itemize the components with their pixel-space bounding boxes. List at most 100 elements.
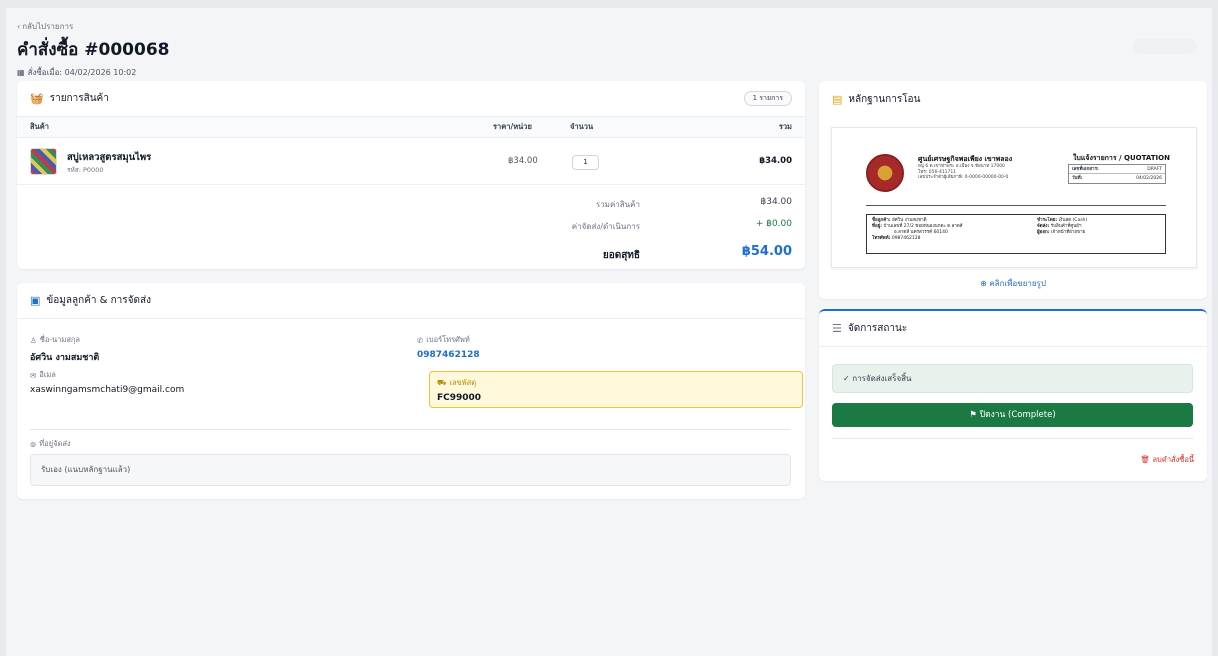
order-date-text: สั่งซื้อเมื่อ: 04/02/2026 10:02 <box>27 68 137 77</box>
doc-cust-addr: บ้านเลขที่ 27/2 ชอยหนองนกตะ ต.ลาดสี <box>883 224 963 229</box>
calendar-icon: ▦ <box>17 68 25 77</box>
doc-ship-label: จัดส่ง: <box>1037 224 1050 229</box>
table-row: สบู่เหลวสูตรสมุนไพร รหัส: P0000 ฿34.00 1… <box>17 138 805 185</box>
items-card-title: รายการสินค้า <box>49 93 109 104</box>
doc-org-tax: เลขประจำตัวผู้เสียภาษี: 0-0000-00000-00-… <box>918 175 1009 180</box>
phone-label-text: เบอร์โทรศัพท์ <box>426 335 470 344</box>
status-card-header: ☰ จัดการสถานะ <box>819 311 1207 347</box>
col-qty: จำนวน <box>570 122 594 131</box>
doc-seller: เจ้าหน้าที่ฝ่ายขาย <box>1051 230 1086 235</box>
customer-phone-link[interactable]: 0987462128 <box>417 350 480 360</box>
location-pin-icon: ⊚ <box>30 439 37 449</box>
doc-org-details: หมู่ 6 ต.เขาท่าพระ อ.เมือง จ.ชัยนาท 1700… <box>918 164 1058 181</box>
customer-email: xaswinngamsmchati9@gmail.com <box>30 385 185 395</box>
doc-customer-right: ชำระโดย: เงินสด (Cash) จัดส่ง: รับสินค้า… <box>1037 218 1162 236</box>
phone-label: ✆ เบอร์โทรศัพท์ <box>417 334 480 346</box>
address-label: ⊚ ที่อยู่จัดส่ง <box>30 438 71 450</box>
evidence-card-header: ▤ หลักฐานการโอน <box>819 81 1207 117</box>
net-label: ยอดสุทธิ <box>602 250 640 261</box>
status-card-title: จัดการสถานะ <box>847 323 908 334</box>
product-code: รหัส: P0000 <box>67 166 104 174</box>
flag-icon: ⚑ <box>969 410 977 420</box>
delete-order-button[interactable]: 🗑 ลบคำสั่งซื้อนี้ <box>1141 454 1194 466</box>
customer-card: ▣ ข้อมูลลูกค้า & การจัดส่ง ♙ ชื่อ-นามสกุล… <box>17 283 805 499</box>
col-product: สินค้า <box>30 122 49 131</box>
doc-customer-box: ชื่อลูกค้า: อัศวิน งามสมชาติ ที่อยู่: บ้… <box>866 214 1166 254</box>
col-total: รวม <box>778 122 792 131</box>
net-value: ฿54.00 <box>741 244 792 259</box>
delete-order-label: ลบคำสั่งซื้อนี้ <box>1152 455 1194 464</box>
status-card: ☰ จัดการสถานะ ✓ การจัดส่งเสร็จสิ้น ⚑ ปิด… <box>819 309 1207 481</box>
tracking-label-text: เลขพัสดุ <box>449 378 477 387</box>
product-unit-price: ฿34.00 <box>508 156 538 166</box>
doc-no: DRAFT <box>1147 167 1162 172</box>
delivery-done-text: การจัดส่งเสร็จสิ้น <box>852 374 912 383</box>
complete-button-label: ปิดงาน (Complete) <box>979 410 1056 420</box>
shipping-label: ค่าจัดส่ง/ดำเนินการ <box>571 222 640 231</box>
page-header: ‹ กลับไปรายการ คำสั่งซื้อ #000068 ▦ สั่ง… <box>17 20 169 79</box>
subtotal-value: ฿34.00 <box>760 197 793 207</box>
order-date: ▦ สั่งซื้อเมื่อ: 04/02/2026 10:02 <box>17 66 169 79</box>
customer-email-group: ✉ อีเมล xaswinngamsmchati9@gmail.com <box>30 369 184 395</box>
doc-cust-tel: 0987462128 <box>891 236 921 241</box>
doc-no-label: เลขที่เอกสาร: <box>1072 167 1099 172</box>
evidence-card-title: หลักฐานการโอน <box>848 93 921 105</box>
customer-name-group: ♙ ชื่อ-นามสกุล อัศวิน งามสมชาติ <box>30 334 99 364</box>
item-count-badge: 1 รายการ <box>743 91 792 106</box>
address-label-text: ที่อยู่จัดส่ง <box>39 439 71 448</box>
truck-icon: ⛟ <box>437 378 447 387</box>
page-title: คำสั่งซื้อ #000068 <box>17 40 170 60</box>
items-card: 🧺 รายการสินค้า 1 รายการ สินค้า ราคา/หน่ว… <box>17 81 805 269</box>
doc-cust-tel-label: โทรศัพท์: <box>872 236 891 241</box>
delivery-done-status: ✓ การจัดส่งเสร็จสิ้น <box>832 364 1193 393</box>
doc-pay-label: ชำระโดย: <box>1037 218 1058 223</box>
doc-title: ใบแจ้งรายการ / QUOTATION <box>1073 154 1170 162</box>
phone-icon: ✆ <box>417 335 424 345</box>
divider <box>30 429 791 430</box>
back-link-label: กลับไปรายการ <box>22 22 74 31</box>
doc-cust-name-label: ชื่อลูกค้า: <box>872 218 891 223</box>
zoom-link[interactable]: ⊕ คลิกเพื่อขยายรูป <box>819 277 1207 290</box>
customer-card-title: ข้อมูลลูกค้า & การจัดส่ง <box>46 295 151 306</box>
tracking-number: FC99000 <box>437 393 482 403</box>
evidence-card: ▤ หลักฐานการโอน ศูนย์เศรษฐกิจพอเพียง เขา… <box>819 81 1207 299</box>
doc-cust-addr-label: ที่อยู่: <box>872 224 883 229</box>
user-icon: ♙ <box>30 335 37 345</box>
check-icon: ✓ <box>843 374 850 383</box>
subtotal-label: รวมค่าสินค้า <box>595 200 640 209</box>
tracking-box: ⛟ เลขพัสดุ FC99000 <box>429 371 803 408</box>
customer-name: อัศวิน งามสมชาติ <box>30 353 100 363</box>
complete-button[interactable]: ⚑ ปิดงาน (Complete) <box>832 403 1193 427</box>
organization-seal <box>866 154 904 192</box>
status-pill <box>1133 39 1197 54</box>
col-unit-price: ราคา/หน่วย <box>493 122 532 131</box>
chevron-left-icon: ‹ <box>17 22 21 31</box>
customer-phone-group: ✆ เบอร์โทรศัพท์ 0987462128 <box>417 334 480 360</box>
doc-ship: รับสินค้าที่ศูนย์ฯ <box>1050 224 1082 229</box>
product-name: สบู่เหลวสูตรสมุนไพร <box>67 152 152 163</box>
receipt-icon: ▤ <box>832 92 843 106</box>
items-card-header: 🧺 รายการสินค้า 1 รายการ <box>17 81 805 117</box>
trash-icon: 🗑 <box>1140 455 1151 464</box>
address-field: รับเอง (แนบหลักฐานแล้ว) <box>30 454 791 486</box>
name-label-text: ชื่อ-นามสกุล <box>39 335 81 344</box>
contact-card-icon: ▣ <box>30 294 41 307</box>
doc-cust-name: อัศวิน งามสมชาติ <box>892 218 927 223</box>
product-total: ฿34.00 <box>759 156 792 166</box>
product-thumbnail <box>30 148 57 175</box>
doc-date-label: วันที่: <box>1072 176 1083 181</box>
divider <box>832 438 1193 439</box>
back-link[interactable]: ‹ กลับไปรายการ <box>17 20 169 33</box>
sliders-icon: ☰ <box>832 322 842 335</box>
items-table-header: สินค้า ราคา/หน่วย จำนวน รวม <box>17 117 805 138</box>
quantity-field[interactable]: 1 <box>572 155 599 170</box>
doc-seller-label: ผู้ออก: <box>1037 230 1050 235</box>
page: ‹ กลับไปรายการ คำสั่งซื้อ #000068 ▦ สั่ง… <box>6 8 1212 656</box>
shipping-value: + ฿0.00 <box>755 219 792 229</box>
name-label: ♙ ชื่อ-นามสกุล <box>30 334 99 346</box>
doc-pay: เงินสด (Cash) <box>1058 218 1088 223</box>
transfer-slip-image[interactable]: ศูนย์เศรษฐกิจพอเพียง เขาพลอง หมู่ 6 ต.เข… <box>831 127 1197 268</box>
tracking-label: ⛟ เลขพัสดุ <box>437 377 795 389</box>
email-label-text: อีเมล <box>39 370 56 379</box>
zoom-in-icon: ⊕ <box>980 279 987 288</box>
